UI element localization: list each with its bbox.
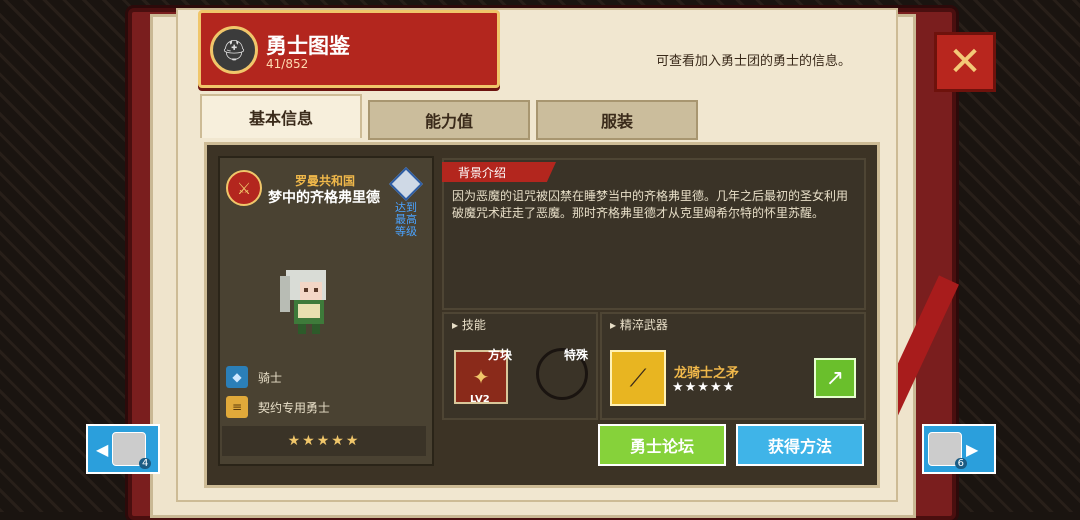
faction-emblem-icon: ⚔ — [226, 170, 262, 206]
tab-costume[interactable]: 服装 — [536, 100, 698, 140]
spear-icon[interactable]: ⟋ — [610, 350, 666, 406]
chevron-left-icon: ◀ — [96, 439, 109, 459]
tab-stats[interactable]: 能力值 — [368, 100, 530, 140]
character-sprite — [280, 270, 326, 334]
forum-button-label: 勇士论坛 — [629, 437, 694, 456]
skill2-name: 特殊 — [564, 348, 589, 362]
skills-label-text: 技能 — [461, 318, 486, 332]
contract-row: ≡ 契约专用勇士 — [226, 396, 330, 418]
collection-count: 41/852 — [266, 57, 309, 71]
helmet-icon: ⛑ — [210, 26, 258, 74]
next-hero-avatar: 6 — [928, 432, 967, 469]
skills-label: ▸ 技能 — [452, 318, 486, 332]
prev-hero-avatar: 4 — [112, 432, 152, 469]
next-hero-number: 6 — [954, 458, 967, 469]
tab-label: 能力值 — [424, 112, 473, 131]
weapon-detail-button[interactable]: ↗ — [814, 358, 856, 398]
character-name: 梦中的齐格弗里德 — [268, 190, 380, 206]
tab-label: 基本信息 — [248, 109, 313, 128]
class-label: 骑士 — [258, 370, 283, 385]
close-icon: ✕ — [948, 39, 982, 85]
tab-label: 服装 — [600, 112, 633, 131]
weapon-label: ▸ 精淬武器 — [610, 318, 668, 332]
skill1-level: LV2 — [470, 394, 490, 405]
background-label: 背景介绍 — [442, 162, 556, 182]
next-hero-button[interactable]: 6 ▶ — [922, 424, 996, 474]
diamond-icon — [389, 167, 423, 201]
weapon-stars: ★★★★★ — [672, 380, 736, 395]
chevron-right-icon: ▶ — [966, 439, 979, 459]
arrow-up-right-icon: ↗ — [825, 365, 845, 391]
forum-button[interactable]: 勇士论坛 — [598, 424, 726, 466]
obtain-button-label: 获得方法 — [767, 437, 832, 456]
weapon-label-text: 精淬武器 — [619, 318, 668, 332]
star-rating: ★★★★★ — [287, 433, 361, 449]
close-button[interactable]: ✕ — [934, 32, 996, 92]
knight-class-icon: ◆ — [226, 366, 248, 388]
max-level-text: 达到最高等级 — [395, 201, 417, 238]
scroll-icon: ≡ — [226, 396, 248, 418]
background-text: 因为恶魔的诅咒被囚禁在睡梦当中的齐格弗里德。几年之后最初的圣女利用破魔咒术赶走了… — [452, 189, 849, 220]
prev-hero-number: 4 — [138, 458, 152, 469]
class-row: ◆ 骑士 — [226, 366, 282, 388]
skill1-name: 方块 — [488, 348, 513, 362]
max-level-badge: 达到最高等级 — [389, 160, 423, 238]
prev-hero-button[interactable]: ◀ 4 — [86, 424, 160, 474]
info-text: 可查看加入勇士团的勇士的信息。 — [656, 54, 852, 69]
page-title: 勇士图鉴 — [266, 34, 350, 58]
character-stars: ★★★★★ — [222, 426, 426, 456]
tab-basic-info[interactable]: 基本信息 — [200, 94, 362, 138]
faction-name: 罗曼共和国 — [294, 174, 355, 188]
contract-label: 契约专用勇士 — [258, 400, 331, 415]
weapon-name: 龙骑士之矛 — [674, 366, 740, 381]
obtain-method-button[interactable]: 获得方法 — [736, 424, 864, 466]
